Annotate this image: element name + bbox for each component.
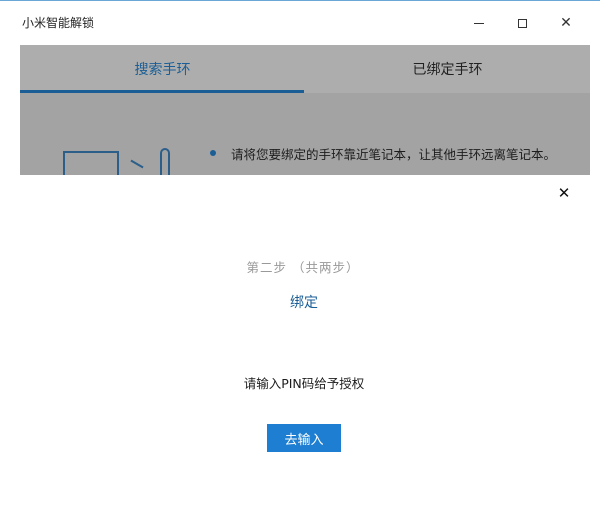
arrow-illustration-icon (130, 159, 144, 169)
title-bar: 小米智能解锁 ✕ (0, 0, 600, 45)
dialog-close-button[interactable]: ✕ (554, 183, 574, 203)
laptop-illustration-icon (63, 151, 119, 175)
tab-bound-bands[interactable]: 已绑定手环 (305, 45, 590, 93)
pin-prompt-text: 请输入PIN码给予授权 (243, 376, 365, 391)
maximize-icon (517, 18, 527, 28)
maximize-button[interactable] (499, 1, 545, 45)
close-window-button[interactable]: ✕ (543, 1, 589, 45)
step-indicator: 第二步 （共两步） (246, 260, 360, 275)
band-illustration-icon (160, 148, 170, 175)
close-icon: ✕ (557, 184, 571, 202)
bind-dialog: ✕ 第二步 （共两步） 绑定 请输入PIN码给予授权 去输入 (20, 175, 590, 505)
minimize-button[interactable] (456, 1, 502, 45)
bullet-icon (210, 150, 216, 156)
instruction-text: 请将您要绑定的手环靠近笔记本，让其他手环远离笔记本。 (231, 147, 557, 162)
app-title: 小米智能解锁 (22, 16, 95, 30)
tab-bar: 搜索手环 已绑定手环 (20, 45, 590, 93)
tab-search-band-label: 搜索手环 (134, 62, 191, 78)
app-window: 小米智能解锁 ✕ 搜索手环 已绑定手环 请将您要绑定的手环靠近笔记本，让其他手环… (0, 0, 600, 505)
go-input-button[interactable]: 去输入 (267, 424, 341, 452)
tab-bound-bands-label: 已绑定手环 (412, 62, 483, 78)
search-content-area: 请将您要绑定的手环靠近笔记本，让其他手环远离笔记本。 (20, 93, 590, 175)
minimize-icon (474, 22, 484, 24)
dialog-title: 绑定 (290, 295, 318, 311)
tab-search-band[interactable]: 搜索手环 (20, 45, 305, 93)
close-icon: ✕ (560, 15, 572, 31)
